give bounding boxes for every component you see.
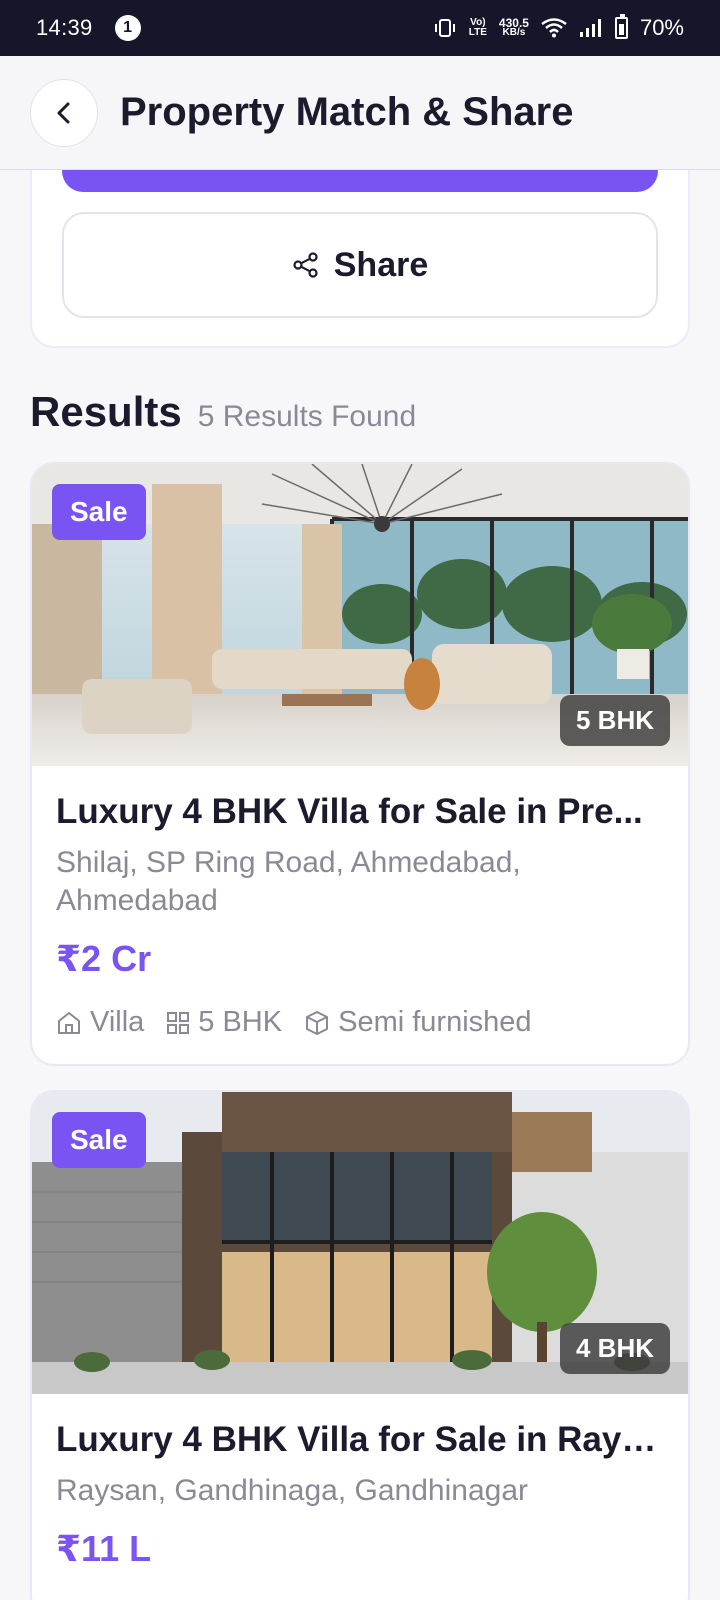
property-image[interactable]: Sale 5 BHK xyxy=(32,464,688,766)
lte-label: LTE xyxy=(468,27,487,38)
lte-indicator: Vo) LTE xyxy=(469,18,487,38)
feature-furnishing: Semi furnished xyxy=(304,1006,532,1039)
box-icon xyxy=(306,1010,329,1035)
feature-bhk: 5 BHK xyxy=(166,1006,282,1039)
property-price: ₹11 L xyxy=(56,1528,152,1569)
wifi-icon xyxy=(541,18,567,38)
signal-icon xyxy=(579,19,601,37)
share-icon xyxy=(293,252,318,278)
battery-icon xyxy=(614,14,628,39)
results-count: 5 Results Found xyxy=(197,400,417,433)
property-location: Shilaj, SP Ring Road, Ahmedabad, Ahmedab… xyxy=(56,846,521,917)
share-button[interactable]: Share xyxy=(62,212,658,318)
net-speed-unit: KB/s xyxy=(502,27,526,38)
property-title[interactable]: Luxury 4 BHK Villa for Sale in Rays... xyxy=(56,1420,664,1460)
back-button[interactable] xyxy=(30,78,98,147)
property-features: Villa 5 BHK Semi furnished xyxy=(56,1006,664,1039)
feature-type-label: Villa xyxy=(90,1006,145,1038)
property-image[interactable]: Sale 4 BHK xyxy=(32,1092,688,1394)
property-location: Raysan, Gandhinaga, Gandhinagar xyxy=(56,1474,529,1507)
status-time: 14:39 xyxy=(36,15,93,40)
property-title[interactable]: Luxury 4 BHK Villa for Sale in Pre... xyxy=(56,792,664,832)
property-card[interactable]: Sale 4 BHK Luxury 4 BHK Villa for Sale i… xyxy=(30,1090,690,1600)
battery-percentage: 70% xyxy=(639,15,684,40)
property-price: ₹2 Cr xyxy=(56,938,152,979)
status-icons: Vo) LTE 430.5 KB/s 70% xyxy=(433,14,684,41)
feature-type: Villa xyxy=(56,1006,144,1039)
sale-badge: Sale xyxy=(52,484,146,540)
grid-icon xyxy=(167,1011,190,1034)
status-bar: 14:39 1 Vo) LTE 430.5 KB/s 70% xyxy=(0,0,720,56)
bhk-badge: 5 BHK xyxy=(559,695,670,746)
chevron-left-icon xyxy=(57,102,70,123)
property-details: Luxury 4 BHK Villa for Sale in Rays... R… xyxy=(32,1394,688,1594)
results-title: Results xyxy=(30,388,182,435)
home-icon xyxy=(58,1011,80,1034)
page-title: Property Match & Share xyxy=(120,90,574,134)
feature-furnishing-label: Semi furnished xyxy=(338,1006,532,1038)
results-heading: Results 5 Results Found xyxy=(30,388,416,436)
feature-bhk-label: 5 BHK xyxy=(198,1006,283,1038)
sale-badge: Sale xyxy=(52,1112,146,1168)
share-button-label: Share xyxy=(333,245,429,284)
net-speed: 430.5 KB/s xyxy=(499,17,529,38)
app-header: Property Match & Share xyxy=(0,56,720,170)
property-details: Luxury 4 BHK Villa for Sale in Pre... Sh… xyxy=(32,766,688,1063)
bhk-badge: 4 BHK xyxy=(559,1323,670,1374)
vibrate-icon xyxy=(434,19,455,37)
notification-count-badge: 1 xyxy=(114,15,141,41)
property-card[interactable]: Sale 5 BHK Luxury 4 BHK Villa for Sale i… xyxy=(30,462,690,1066)
